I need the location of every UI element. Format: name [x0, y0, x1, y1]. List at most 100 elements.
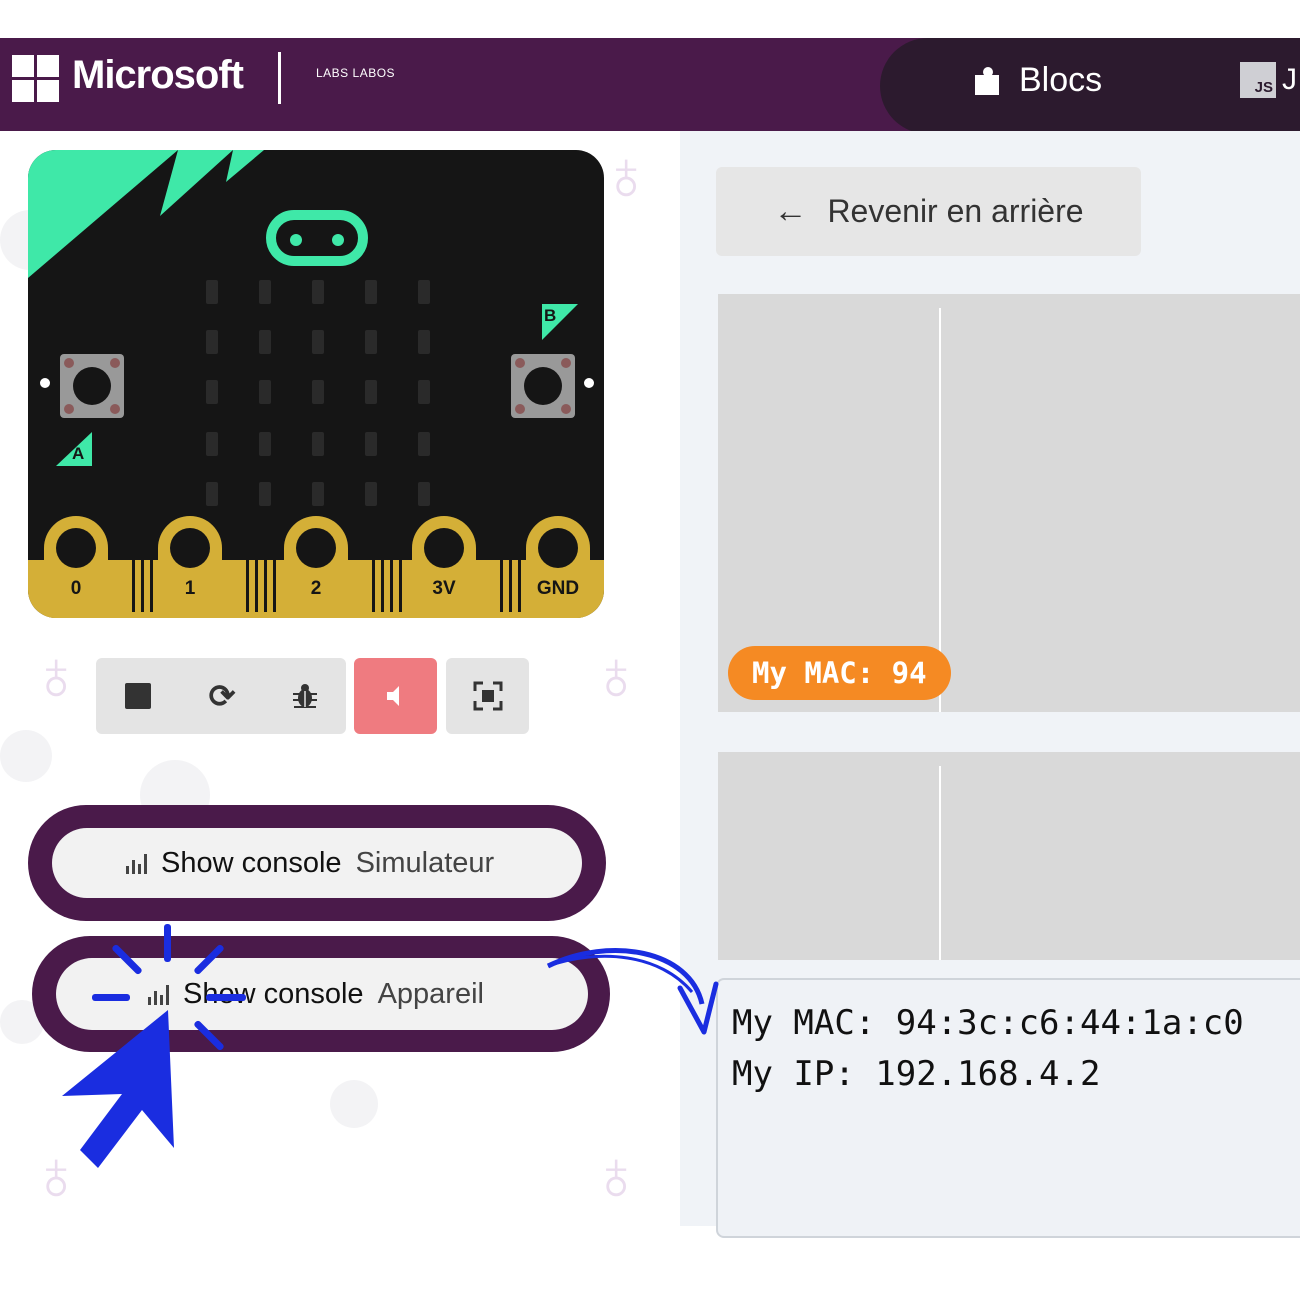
- restart-button[interactable]: ⟳: [180, 658, 264, 734]
- button-a[interactable]: [60, 354, 124, 418]
- edge-stripe: [141, 560, 144, 612]
- edge-stripe: [246, 560, 249, 612]
- edge-stripe: [264, 560, 267, 612]
- led: [259, 482, 271, 506]
- led: [206, 380, 218, 404]
- led: [206, 482, 218, 506]
- serial-value-badge[interactable]: My MAC: 94: [728, 646, 951, 700]
- flask-icon: ♁: [600, 136, 653, 214]
- flask-icon: ♁: [590, 636, 643, 714]
- show-console-simulator-button[interactable]: Show console Simulateur: [52, 828, 582, 898]
- speaker-icon: [386, 686, 399, 706]
- led: [259, 380, 271, 404]
- click-burst-icon: [164, 924, 171, 962]
- button-a-indicator: [40, 378, 50, 388]
- flask-icon: ♁: [590, 1136, 643, 1214]
- tab-javascript-label: J: [1282, 63, 1297, 96]
- fullscreen-icon: [473, 681, 502, 711]
- pin-gnd-label: GND: [536, 578, 580, 599]
- console-source-label: Simulateur: [355, 846, 495, 879]
- brand-name: Microsoft: [72, 53, 244, 97]
- led: [312, 482, 324, 506]
- edge-stripe: [399, 560, 402, 612]
- corner-decoration: [28, 150, 264, 278]
- pin-1[interactable]: [158, 516, 222, 618]
- led: [259, 280, 271, 304]
- stop-button[interactable]: [96, 658, 180, 734]
- debug-button[interactable]: [264, 658, 346, 734]
- serial-console-output[interactable]: My MAC: 94:3c:c6:44:1a:c0 My IP: 192.168…: [716, 978, 1300, 1238]
- led: [365, 482, 377, 506]
- bug-icon: [293, 684, 317, 708]
- puzzle-icon: [975, 65, 1003, 95]
- pin-0-label: 0: [70, 578, 82, 599]
- tab-javascript[interactable]: JS J: [1240, 62, 1297, 98]
- pin-3v[interactable]: [412, 516, 476, 618]
- background-circle: [330, 1080, 378, 1128]
- led: [365, 280, 377, 304]
- button-a-label: A: [72, 444, 85, 463]
- background-circle: [0, 730, 52, 782]
- led: [259, 432, 271, 456]
- header-divider: [278, 52, 281, 104]
- button-b-label: B: [544, 306, 557, 325]
- led: [206, 280, 218, 304]
- led: [206, 432, 218, 456]
- edge-stripe: [150, 560, 153, 612]
- show-console-label: Show console: [161, 846, 342, 879]
- led: [312, 432, 324, 456]
- edge-stripe: [255, 560, 258, 612]
- tab-blocks-label: Blocs: [1019, 60, 1103, 99]
- console-source-label: Appareil: [377, 977, 484, 1010]
- edge-stripe: [273, 560, 276, 612]
- back-button[interactable]: ← Revenir en arrière: [716, 167, 1141, 256]
- pin-2-label: 2: [310, 578, 322, 599]
- pin-2[interactable]: [284, 516, 348, 618]
- curved-arrow-icon: [546, 948, 719, 1035]
- js-icon: JS: [1240, 62, 1276, 98]
- edge-stripe: [500, 560, 503, 612]
- back-button-label: Revenir en arrière: [827, 193, 1084, 229]
- led: [312, 330, 324, 354]
- microsoft-logo-icon: [12, 55, 60, 103]
- screenshot: ♁ ♁ ♁ ♁ ♁ Microsoft LABS LABOS Blocs JS …: [0, 0, 1300, 1300]
- led: [418, 482, 430, 506]
- arrow-left-icon: ←: [773, 192, 808, 230]
- edge-stripe: [509, 560, 512, 612]
- stop-icon: [125, 683, 151, 709]
- pin-1-label: 1: [184, 578, 196, 599]
- led: [312, 380, 324, 404]
- led: [418, 432, 430, 456]
- led: [206, 330, 218, 354]
- console-line: My IP: 192.168.4.2: [732, 1054, 1101, 1094]
- flask-icon: ♁: [30, 636, 83, 714]
- led: [259, 330, 271, 354]
- edge-stripe: [381, 560, 384, 612]
- fullscreen-button[interactable]: [446, 658, 529, 734]
- button-b[interactable]: [511, 354, 575, 418]
- mute-button[interactable]: [354, 658, 437, 734]
- led: [365, 380, 377, 404]
- led: [365, 432, 377, 456]
- edge-stripe: [518, 560, 521, 612]
- microbit-logo-icon[interactable]: [266, 210, 368, 266]
- led: [418, 330, 430, 354]
- microbit-simulator[interactable]: A B 0 1 2 3V GND: [28, 150, 604, 618]
- tab-blocks[interactable]: Blocs: [975, 58, 1102, 102]
- refresh-icon: ⟳: [208, 678, 236, 714]
- pin-3v-label: 3V: [432, 578, 456, 599]
- console-line: My MAC: 94:3c:c6:44:1a:c0: [732, 1003, 1244, 1043]
- button-b-indicator: [584, 378, 594, 388]
- bar-chart-icon: [126, 852, 147, 874]
- partner-logo: LABS LABOS: [316, 66, 396, 80]
- led: [418, 380, 430, 404]
- edge-stripe: [132, 560, 135, 612]
- pin-gnd[interactable]: [526, 516, 590, 618]
- click-burst-icon: [206, 994, 246, 1001]
- serial-chart-panel[interactable]: [718, 752, 1300, 960]
- led: [365, 330, 377, 354]
- led: [418, 280, 430, 304]
- edge-stripe: [390, 560, 393, 612]
- pin-0[interactable]: [44, 516, 108, 618]
- mouse-cursor-icon: [62, 1010, 174, 1168]
